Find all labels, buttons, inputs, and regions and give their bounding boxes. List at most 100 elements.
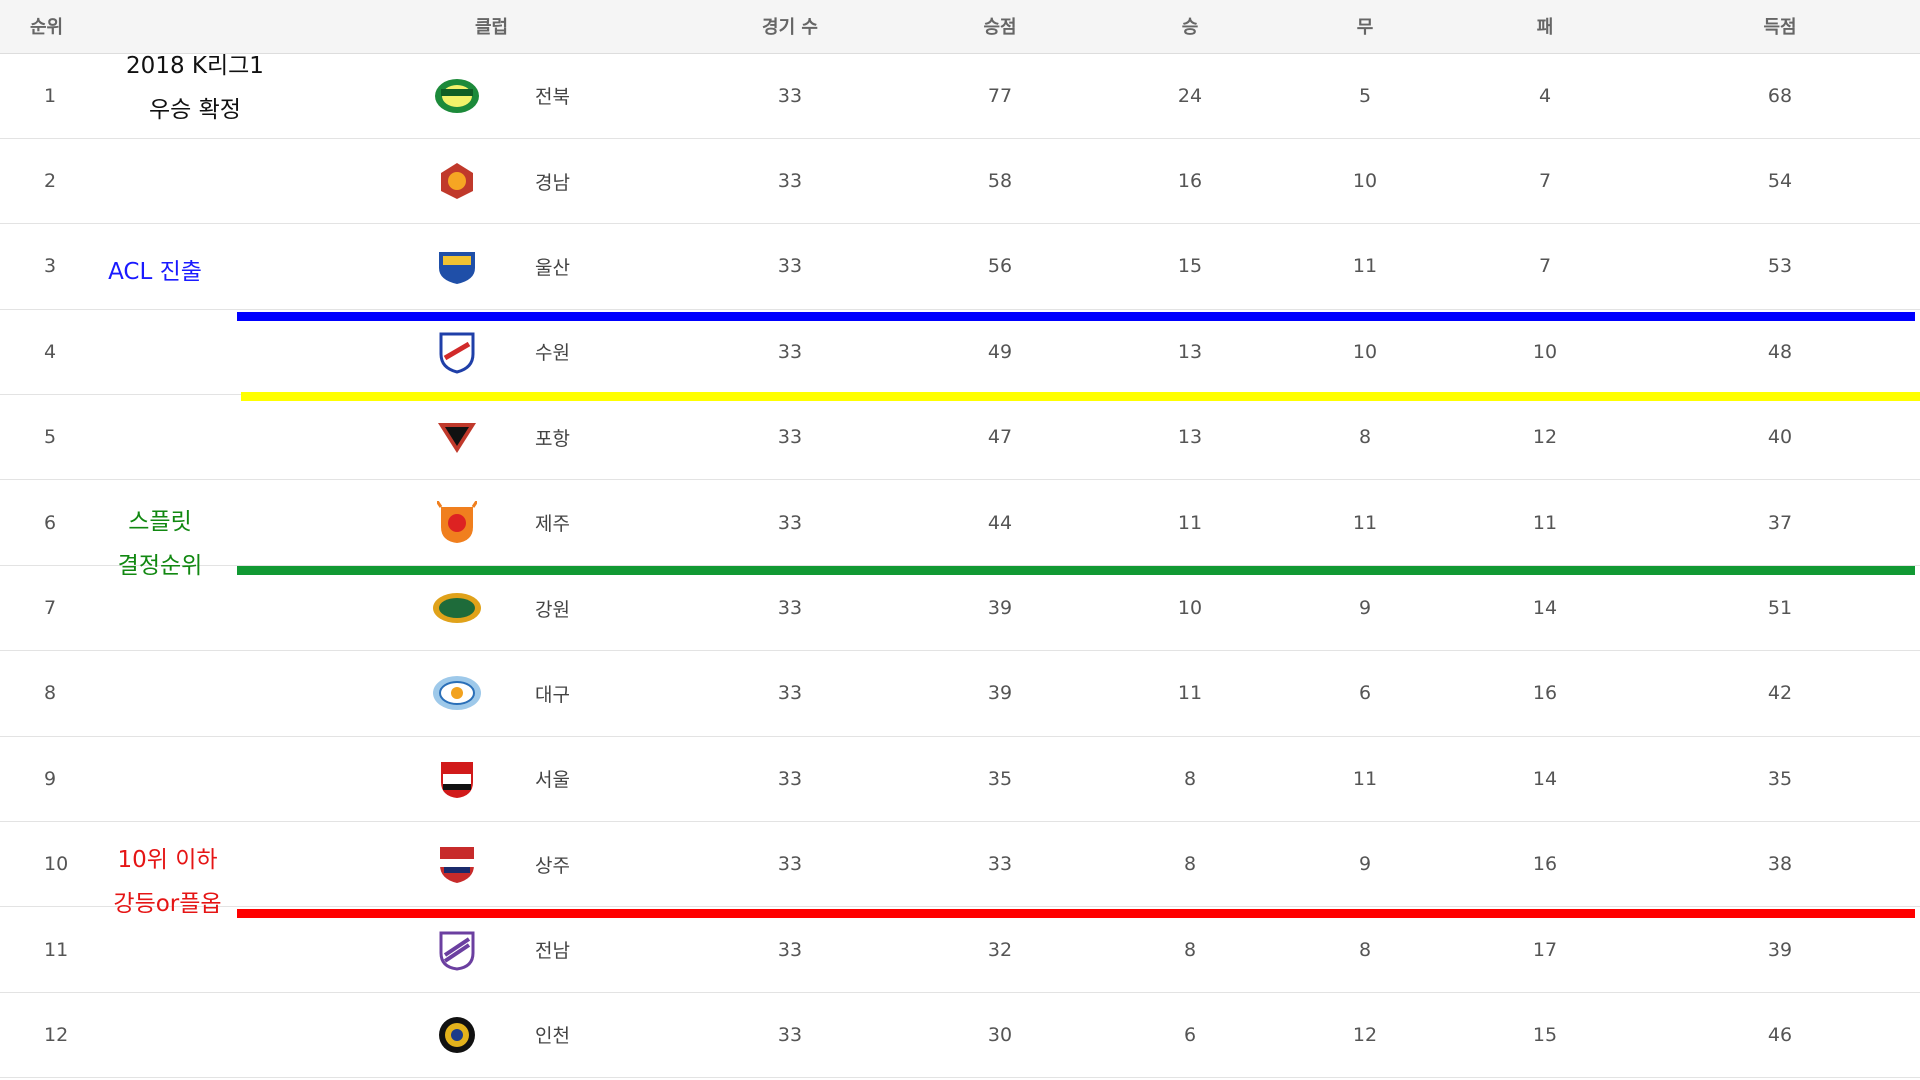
rank-cell: 2	[44, 170, 57, 193]
fourth-place-divider-line	[241, 392, 1920, 401]
table-row[interactable]: 5 포항 33 47 13 8 12 40	[0, 395, 1920, 480]
table-row[interactable]: 2 경남 33 58 16 10 7 54	[0, 138, 1920, 224]
club-name[interactable]: 포항	[535, 424, 570, 451]
club-name[interactable]: 강원	[535, 595, 570, 622]
goals-cell: 51	[1767, 597, 1793, 620]
club-cell[interactable]: 수원	[100, 309, 680, 394]
club-cell[interactable]: 포항	[100, 395, 680, 480]
header-wins[interactable]: 승	[1100, 0, 1280, 54]
draws-cell: 8	[1358, 938, 1372, 961]
club-cell[interactable]: 서울	[100, 736, 680, 821]
draws-cell: 8	[1358, 426, 1372, 449]
games-cell: 33	[777, 1023, 803, 1046]
jeonbuk-logo-icon[interactable]	[431, 70, 483, 122]
losses-cell: 7	[1538, 170, 1552, 193]
rank-cell: 1	[44, 84, 57, 107]
points-cell: 49	[987, 340, 1013, 363]
club-name[interactable]: 울산	[535, 253, 570, 280]
champion-annotation-line1: 2018 K리그1	[126, 53, 264, 79]
points-cell: 47	[987, 426, 1013, 449]
club-name[interactable]: 전남	[535, 936, 570, 963]
games-cell: 33	[777, 340, 803, 363]
losses-cell: 14	[1532, 597, 1558, 620]
relegation-divider-line	[237, 909, 1915, 918]
table-row[interactable]: 11 전남 33 32 8 8 17 39	[0, 907, 1920, 993]
draws-cell: 6	[1358, 682, 1372, 705]
champion-annotation: 2018 K리그1 우승 확정	[110, 44, 280, 132]
jeju-logo-icon[interactable]	[431, 497, 483, 549]
rank-cell: 12	[44, 1023, 69, 1046]
points-cell: 35	[987, 767, 1013, 790]
wins-cell: 11	[1177, 511, 1203, 534]
header-games[interactable]: 경기 수	[680, 0, 900, 54]
club-cell[interactable]: 인천	[100, 992, 680, 1077]
jeonnam-logo-icon[interactable]	[431, 924, 483, 976]
sangju-logo-icon[interactable]	[431, 838, 483, 890]
table-row[interactable]: 8 대구 33 39 11 6 16 42	[0, 651, 1920, 737]
rank-cell: 8	[44, 682, 57, 705]
table-row[interactable]: 3 울산 33 56 15 11 7 53	[0, 224, 1920, 310]
club-cell[interactable]: 경남	[100, 138, 680, 223]
games-cell: 33	[777, 84, 803, 107]
club-name[interactable]: 제주	[535, 509, 570, 536]
goals-cell: 37	[1767, 511, 1793, 534]
split-divider-line	[237, 566, 1915, 575]
games-cell: 33	[777, 426, 803, 449]
relegation-annotation-line2: 강등or플옵	[113, 891, 222, 917]
draws-cell: 11	[1352, 255, 1378, 278]
rank-cell: 3	[44, 255, 57, 278]
points-cell: 56	[987, 255, 1013, 278]
losses-cell: 11	[1532, 511, 1558, 534]
club-name[interactable]: 서울	[535, 765, 570, 792]
suwon-logo-icon[interactable]	[431, 326, 483, 378]
table-row[interactable]: 7 강원 33 39 10 9 14 51	[0, 565, 1920, 651]
goals-cell: 46	[1767, 1023, 1793, 1046]
draws-cell: 10	[1352, 340, 1378, 363]
club-cell[interactable]: 대구	[100, 651, 680, 736]
club-name[interactable]: 경남	[535, 168, 570, 195]
header-draws[interactable]: 무	[1280, 0, 1450, 54]
wins-cell: 24	[1177, 84, 1203, 107]
gangwon-logo-icon[interactable]	[431, 582, 483, 634]
goals-cell: 42	[1767, 682, 1793, 705]
club-name[interactable]: 인천	[535, 1021, 570, 1048]
acl-divider-line	[237, 312, 1915, 321]
wins-cell: 13	[1177, 340, 1203, 363]
header-points[interactable]: 승점	[900, 0, 1100, 54]
goals-cell: 39	[1767, 938, 1793, 961]
ulsan-logo-icon[interactable]	[431, 240, 483, 292]
goals-cell: 40	[1767, 426, 1793, 449]
wins-cell: 13	[1177, 426, 1203, 449]
games-cell: 33	[777, 938, 803, 961]
incheon-logo-icon[interactable]	[431, 1009, 483, 1061]
wins-cell: 11	[1177, 682, 1203, 705]
daegu-logo-icon[interactable]	[431, 667, 483, 719]
losses-cell: 10	[1532, 340, 1558, 363]
points-cell: 33	[987, 853, 1013, 876]
losses-cell: 15	[1532, 1023, 1558, 1046]
table-row[interactable]: 9 서울 33 35 8 11 14 35	[0, 736, 1920, 822]
goals-cell: 54	[1767, 170, 1793, 193]
club-name[interactable]: 대구	[535, 680, 570, 707]
points-cell: 44	[987, 511, 1013, 534]
club-name[interactable]: 전북	[535, 82, 570, 109]
table-row[interactable]: 10 상주 33 33 8 9 16 38	[0, 822, 1920, 907]
club-name[interactable]: 상주	[535, 851, 570, 878]
header-goals[interactable]: 득점	[1640, 0, 1920, 54]
club-name[interactable]: 수원	[535, 338, 570, 365]
draws-cell: 11	[1352, 511, 1378, 534]
table-row[interactable]: 1 전북 33 77 24 5 4 68	[0, 53, 1920, 139]
rank-cell: 11	[44, 938, 69, 961]
header-losses[interactable]: 패	[1450, 0, 1640, 54]
points-cell: 39	[987, 597, 1013, 620]
games-cell: 33	[777, 682, 803, 705]
table-row[interactable]: 6 제주 33 44 11 11 11 37	[0, 480, 1920, 566]
wins-cell: 6	[1183, 1023, 1197, 1046]
draws-cell: 11	[1352, 767, 1378, 790]
header-rank[interactable]: 순위	[0, 0, 100, 54]
pohang-logo-icon[interactable]	[431, 411, 483, 463]
gyeongnam-logo-icon[interactable]	[431, 155, 483, 207]
seoul-logo-icon[interactable]	[431, 753, 483, 805]
table-row[interactable]: 4 수원 33 49 13 10 10 48	[0, 309, 1920, 395]
table-row[interactable]: 12 인천 33 30 6 12 15 46	[0, 992, 1920, 1078]
